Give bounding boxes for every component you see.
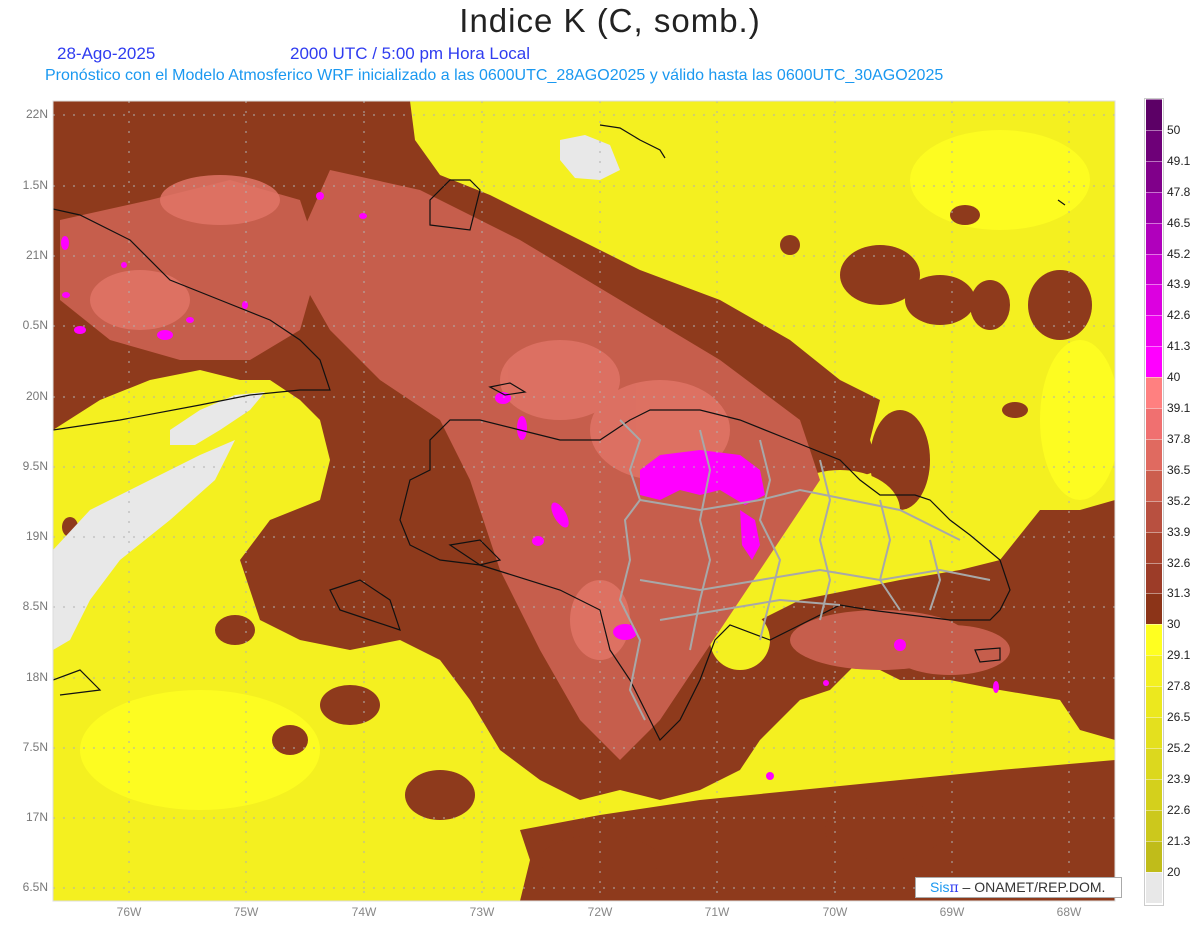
- credit-box: Sisπ – ONAMET/REP.DOM.: [915, 877, 1122, 898]
- latitude-label: 22N: [25, 107, 48, 121]
- longitude-label: 76W: [116, 905, 142, 919]
- colorbar-label: 25.2: [1167, 740, 1191, 755]
- colorbar-swatch: [1146, 346, 1162, 379]
- colorbar-label: 27.8: [1167, 679, 1191, 694]
- colorbar-label: 22.6: [1167, 802, 1191, 817]
- colorbar-label: 47.8: [1167, 184, 1191, 199]
- colorbar-label: 32.6: [1167, 555, 1191, 570]
- longitude-label: 75W: [233, 905, 259, 919]
- colorbar-label: 23.9: [1167, 771, 1191, 786]
- sispi-logo-text: Sis: [930, 879, 950, 895]
- latitude-label: 7.5N: [22, 740, 48, 754]
- colorbar-swatch: [1146, 284, 1162, 317]
- colorbar-swatch: [1146, 315, 1162, 348]
- latitude-label: 1.5N: [22, 178, 48, 192]
- colorbar-swatch: [1146, 747, 1162, 780]
- colorbar-swatch: [1146, 778, 1162, 811]
- latitude-label: 8.5N: [22, 599, 48, 613]
- latitude-label: 0.5N: [22, 318, 48, 332]
- colorbar-label: 31.3: [1167, 586, 1191, 601]
- colorbar-label: 33.9: [1167, 524, 1191, 539]
- colorbar-swatch: [1146, 438, 1162, 471]
- colorbar-swatch: [1146, 160, 1162, 193]
- colorbar-label: 26.5: [1167, 710, 1191, 724]
- colorbar-label: 20: [1167, 864, 1181, 879]
- longitude-label: 74W: [351, 905, 377, 919]
- colorbar-label: 45.2: [1167, 246, 1191, 261]
- colorbar-swatch: [1146, 686, 1162, 718]
- colorbar-swatch: [1146, 531, 1162, 564]
- colorbar-swatch: [1146, 222, 1162, 255]
- latitude-label: 19N: [25, 529, 48, 543]
- colorbar-swatch: [1146, 717, 1162, 749]
- colorbar-label: 36.5: [1167, 462, 1191, 477]
- latitude-label: 9.5N: [22, 459, 48, 473]
- colorbar-swatch: [1146, 408, 1162, 440]
- colorbar-swatch: [1146, 377, 1162, 409]
- longitude-label: 71W: [704, 905, 730, 919]
- longitude-label: 73W: [469, 905, 495, 919]
- colorbar-label: 50: [1167, 122, 1181, 137]
- colorbar-label: 46.5: [1167, 215, 1191, 230]
- colorbar-label: 37.8: [1167, 431, 1191, 446]
- longitude-label: 70W: [822, 905, 848, 919]
- colorbar-swatch: [1146, 593, 1162, 626]
- colorbar-swatch: [1146, 469, 1162, 502]
- colorbar-label: 39.1: [1167, 401, 1191, 415]
- colorbar-swatch: [1146, 253, 1162, 286]
- colorbar-swatch: [1146, 500, 1162, 533]
- colorbar-swatch: [1146, 871, 1162, 904]
- colorbar-label: 21.3: [1167, 833, 1191, 848]
- colorbar-label: 29.1: [1167, 648, 1191, 663]
- colorbar-swatch: [1146, 655, 1162, 688]
- sispi-logo-symbol: π: [949, 880, 959, 896]
- colorbar-swatch: [1146, 129, 1162, 162]
- colorbar-label: 41.3: [1167, 339, 1191, 354]
- longitude-label: 72W: [587, 905, 613, 919]
- colorbar-swatch: [1146, 809, 1162, 842]
- colorbar-label: 43.9: [1167, 277, 1191, 292]
- longitude-label: 69W: [939, 905, 965, 919]
- colorbar-label: 30: [1167, 617, 1181, 632]
- colorbar-swatch: [1146, 840, 1162, 873]
- colorbar-swatch: [1146, 99, 1162, 131]
- colorbar-label: 40: [1167, 370, 1181, 385]
- latitude-label: 17N: [25, 810, 48, 824]
- latitude-label: 20N: [25, 389, 48, 403]
- longitude-label: 68W: [1056, 905, 1082, 919]
- colorbar-swatch: [1146, 562, 1162, 595]
- colorbar-swatch: [1146, 191, 1162, 224]
- k-index-map: [52, 100, 1116, 902]
- latitude-label: 6.5N: [22, 880, 48, 894]
- latitude-label: 18N: [25, 670, 48, 684]
- colorbar-label: 49.1: [1167, 153, 1191, 168]
- latitude-label: 21N: [25, 248, 48, 262]
- colorbar-label: 42.6: [1167, 308, 1191, 323]
- colorbar-label: 35.2: [1167, 493, 1191, 508]
- credit-organization: – ONAMET/REP.DOM.: [958, 879, 1106, 895]
- colorbar-swatch: [1146, 624, 1162, 657]
